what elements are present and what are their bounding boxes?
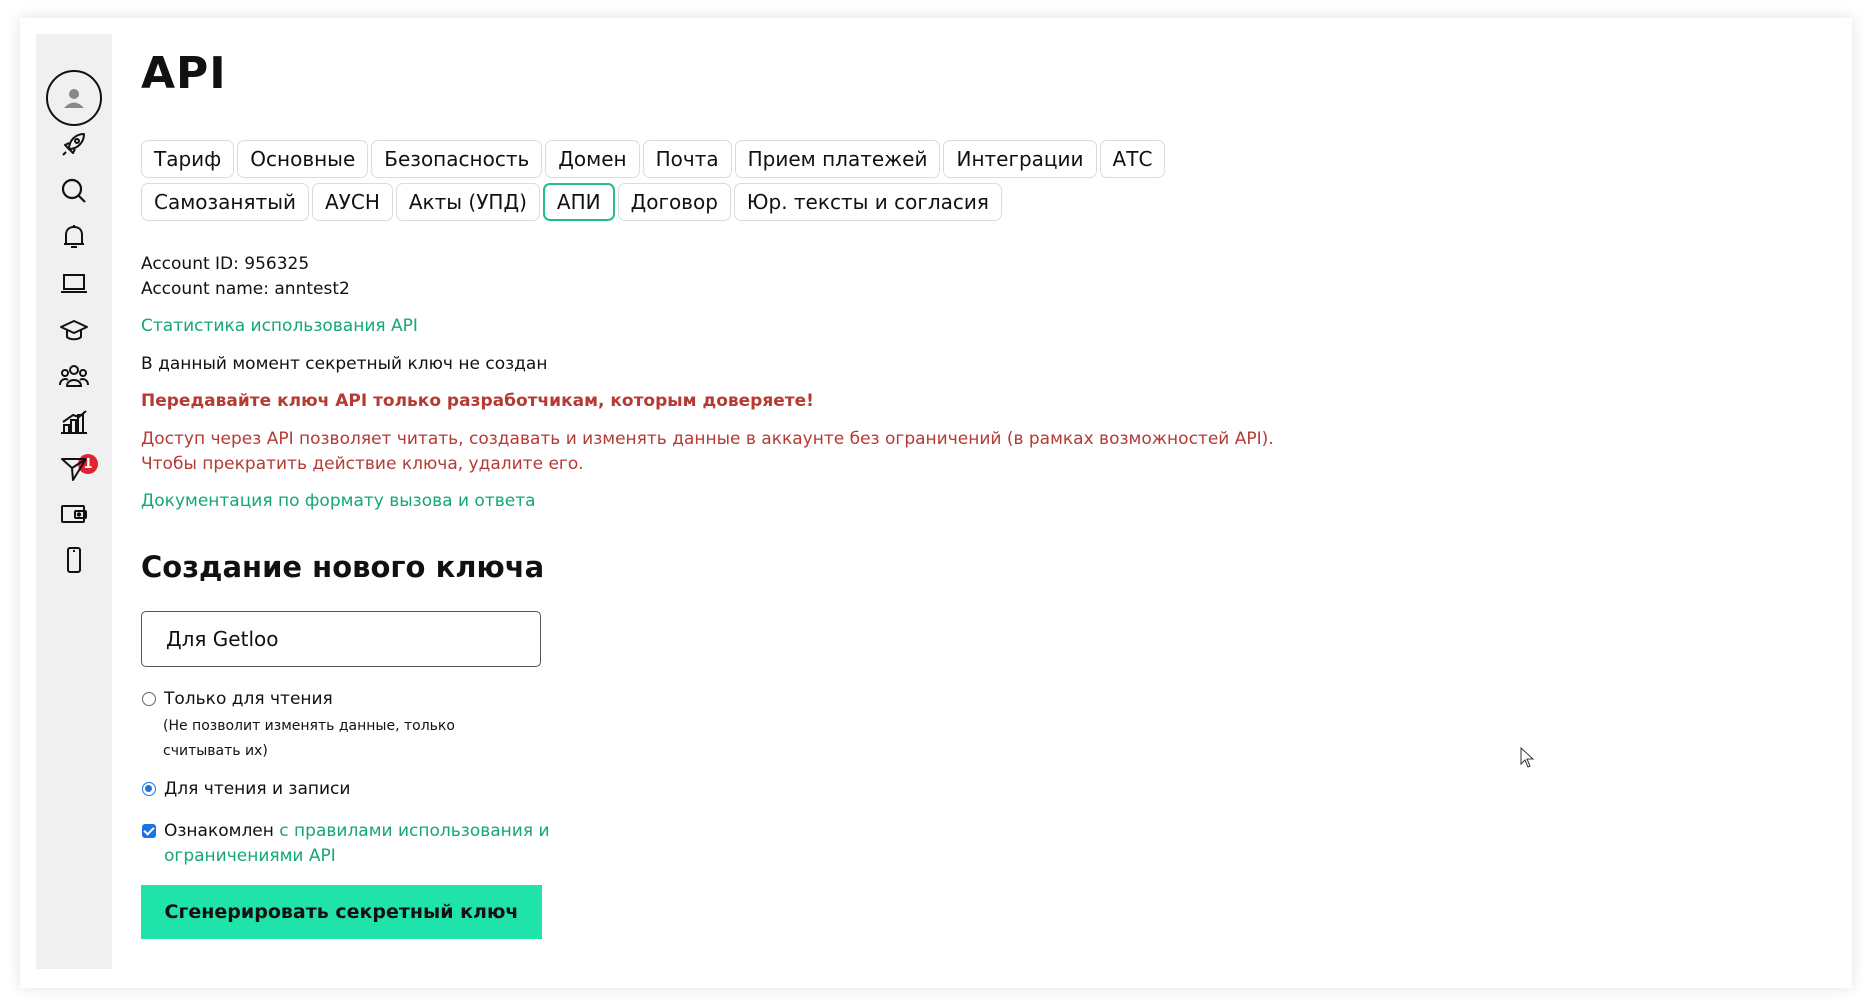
access-notice-line-2: Чтобы прекратить действие ключа, удалите… <box>141 454 584 474</box>
tab-integrations[interactable]: Интеграции <box>943 140 1097 178</box>
tab-ausn[interactable]: АУСН <box>311 183 393 221</box>
bell-icon[interactable] <box>56 219 92 255</box>
key-warning: Передавайте ключ API только разработчика… <box>141 391 814 411</box>
search-icon[interactable] <box>56 173 92 209</box>
agree-checkbox[interactable] <box>142 824 156 838</box>
tab-contract[interactable]: Договор <box>617 183 731 221</box>
graduation-cap-icon[interactable] <box>56 312 92 348</box>
api-stats-link[interactable]: Статистика использования API <box>141 316 418 336</box>
users-icon[interactable] <box>56 358 92 394</box>
mouse-cursor-icon <box>1520 747 1535 768</box>
readonly-hint: (Не позволит изменять данные, только счи… <box>163 718 455 759</box>
no-key-message: В данный момент секретный ключ не создан <box>141 354 548 374</box>
tab-security[interactable]: Безопасность <box>371 140 543 178</box>
page-title: API <box>141 48 227 99</box>
phone-icon[interactable] <box>56 542 92 578</box>
generate-key-button[interactable]: Сгенерировать секретный ключ <box>141 885 542 939</box>
profile-avatar[interactable] <box>46 70 102 126</box>
tab-payments[interactable]: Прием платежей <box>734 140 941 178</box>
tab-pbx[interactable]: АТС <box>1099 140 1166 178</box>
tab-acts[interactable]: Акты (УПД) <box>395 183 540 221</box>
readonly-label: Только для чтения <box>164 689 333 709</box>
agree-text: Ознакомлен с правилами использования и о… <box>164 819 561 869</box>
tab-mail[interactable]: Почта <box>642 140 732 178</box>
account-id: Account ID: 956325 <box>141 254 310 274</box>
tab-domain[interactable]: Домен <box>545 140 640 178</box>
settings-tabs-row-1: Тариф Основные Безопасность Домен Почта … <box>141 140 1166 178</box>
agree-prefix: Ознакомлен <box>164 821 280 841</box>
access-notice-line-1: Доступ через API позволяет читать, созда… <box>141 429 1274 449</box>
readonly-radio[interactable] <box>142 692 156 706</box>
readonly-option[interactable]: Только для чтения <box>141 689 333 709</box>
tab-tariff[interactable]: Тариф <box>141 140 235 178</box>
chart-icon[interactable] <box>56 404 92 440</box>
readwrite-label: Для чтения и записи <box>164 779 351 799</box>
tab-self-employed[interactable]: Самозанятый <box>141 183 309 221</box>
readwrite-option[interactable]: Для чтения и записи <box>141 779 350 799</box>
key-name-input[interactable] <box>141 611 541 667</box>
agree-option[interactable]: Ознакомлен с правилами использования и о… <box>141 819 561 869</box>
api-docs-link[interactable]: Документация по формату вызова и ответа <box>141 491 536 511</box>
tab-general[interactable]: Основные <box>237 140 369 178</box>
account-name: Account name: anntest2 <box>141 279 350 299</box>
rocket-icon[interactable] <box>56 126 92 162</box>
user-icon <box>64 89 84 108</box>
tab-legal-texts[interactable]: Юр. тексты и согласия <box>733 183 1002 221</box>
settings-tabs-row-2: Самозанятый АУСН Акты (УПД) АПИ Договор … <box>141 183 1002 221</box>
readwrite-radio[interactable] <box>142 782 156 796</box>
tab-api[interactable]: АПИ <box>542 183 615 221</box>
sidebar: 1 <box>36 34 112 969</box>
send-icon[interactable] <box>56 450 92 486</box>
section-title: Создание нового ключа <box>141 550 545 584</box>
laptop-icon[interactable] <box>56 265 92 301</box>
wallet-icon[interactable] <box>56 496 92 532</box>
